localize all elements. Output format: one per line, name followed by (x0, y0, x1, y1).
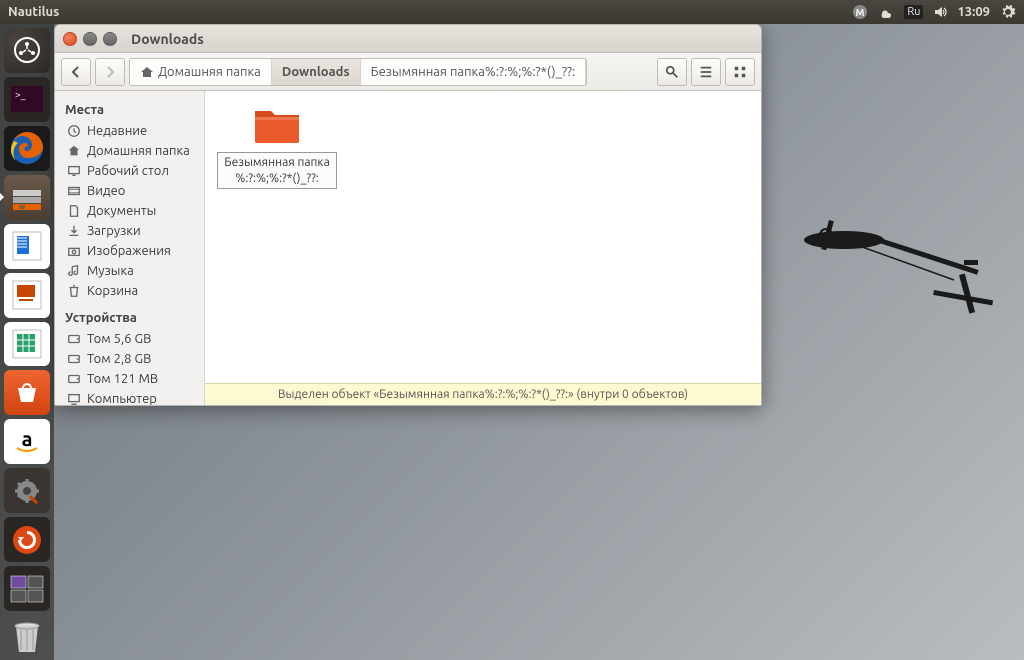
sidebar-videos[interactable]: Видео (55, 181, 204, 201)
download-icon (67, 224, 81, 238)
launcher-calc[interactable] (4, 322, 50, 367)
path-subfolder[interactable]: Безымянная папка%:?:%;%:?*()_??: (361, 59, 587, 85)
sidebar-volume-3[interactable]: Том 121 MB (55, 369, 204, 389)
sidebar-desktop[interactable]: Рабочий стол (55, 161, 204, 181)
folder-icon (251, 103, 303, 145)
view-grid-button[interactable] (725, 58, 755, 86)
folder-item[interactable]: Безымянная папка %:?:%;%:?*()_??: (217, 103, 337, 189)
nautilus-window: Downloads Домашняя папка Downloads Безым… (54, 24, 762, 406)
video-icon (67, 184, 81, 198)
sidebar-volume-2[interactable]: Том 2,8 GB (55, 349, 204, 369)
search-button[interactable] (657, 58, 687, 86)
launcher-trash[interactable] (4, 615, 50, 660)
path-home[interactable]: Домашняя папка (130, 59, 272, 85)
launcher-amazon[interactable]: a (4, 419, 50, 464)
keyboard-layout-indicator[interactable]: Ru (904, 5, 923, 19)
sidebar-downloads[interactable]: Загрузки (55, 221, 204, 241)
content-area[interactable]: Безымянная папка %:?:%;%:?*()_??: Выделе… (205, 91, 761, 405)
path-bar: Домашняя папка Downloads Безымянная папк… (129, 58, 587, 86)
computer-icon (67, 392, 81, 405)
sidebar-music[interactable]: Музыка (55, 261, 204, 281)
weather-indicator-icon[interactable] (878, 4, 894, 20)
drive-icon (67, 372, 81, 386)
path-downloads[interactable]: Downloads (272, 59, 361, 85)
sidebar-recent[interactable]: Недавние (55, 121, 204, 141)
music-icon (67, 264, 81, 278)
launcher-writer[interactable] (4, 224, 50, 269)
desktop-icon (67, 164, 81, 178)
launcher-impress[interactable] (4, 273, 50, 318)
svg-text:a: a (22, 427, 33, 450)
launcher-software-updater[interactable] (4, 517, 50, 562)
window-title: Downloads (131, 31, 204, 47)
wallpaper-airplane (794, 190, 1014, 350)
top-menubar: Nautilus M Ru 13:09 (0, 0, 1024, 24)
sidebar-home[interactable]: Домашняя папка (55, 141, 204, 161)
launcher-workspace-switcher[interactable] (4, 566, 50, 611)
titlebar[interactable]: Downloads (55, 25, 761, 53)
window-minimize-button[interactable] (83, 32, 97, 46)
nav-back-button[interactable] (61, 58, 91, 86)
unity-launcher: >_ a (0, 24, 54, 660)
launcher-files[interactable] (4, 175, 50, 220)
document-icon (67, 204, 81, 218)
sound-indicator-icon[interactable] (933, 4, 949, 20)
sidebar-places-title: Места (55, 99, 204, 121)
clock[interactable]: 13:09 (957, 5, 990, 19)
system-gear-icon[interactable] (1000, 4, 1016, 20)
sidebar-volume-1[interactable]: Том 5,6 GB (55, 329, 204, 349)
app-name: Nautilus (8, 5, 59, 19)
toolbar: Домашняя папка Downloads Безымянная папк… (55, 53, 761, 91)
home-icon (67, 144, 81, 158)
nav-forward-button[interactable] (95, 58, 125, 86)
launcher-software-center[interactable] (4, 370, 50, 415)
drive-icon (67, 352, 81, 366)
window-close-button[interactable] (63, 32, 77, 46)
search-icon (665, 65, 679, 79)
sidebar-trash[interactable]: Корзина (55, 281, 204, 301)
sidebar: Места Недавние Домашняя папка Рабочий ст… (55, 91, 205, 405)
svg-text:>_: >_ (15, 89, 26, 100)
sidebar-pictures[interactable]: Изображения (55, 241, 204, 261)
sidebar-devices-title: Устройства (55, 307, 204, 329)
drive-icon (67, 332, 81, 346)
home-icon (140, 65, 154, 79)
launcher-firefox[interactable] (4, 126, 50, 171)
window-maximize-button[interactable] (103, 32, 117, 46)
grid-icon (733, 65, 747, 79)
status-bar: Выделен объект «Безымянная папка%:?:%;%:… (205, 383, 761, 405)
folder-name-editing[interactable]: Безымянная папка %:?:%;%:?*()_??: (217, 152, 337, 189)
launcher-settings[interactable] (4, 468, 50, 513)
sidebar-computer[interactable]: Компьютер (55, 389, 204, 405)
svg-text:M: M (856, 7, 865, 18)
camera-icon (67, 244, 81, 258)
sidebar-documents[interactable]: Документы (55, 201, 204, 221)
clock-icon (67, 124, 81, 138)
launcher-terminal[interactable]: >_ (4, 77, 50, 122)
mega-indicator-icon[interactable]: M (852, 4, 868, 20)
list-icon (699, 65, 713, 79)
view-list-button[interactable] (691, 58, 721, 86)
launcher-dash[interactable] (4, 28, 50, 73)
trash-icon (67, 284, 81, 298)
